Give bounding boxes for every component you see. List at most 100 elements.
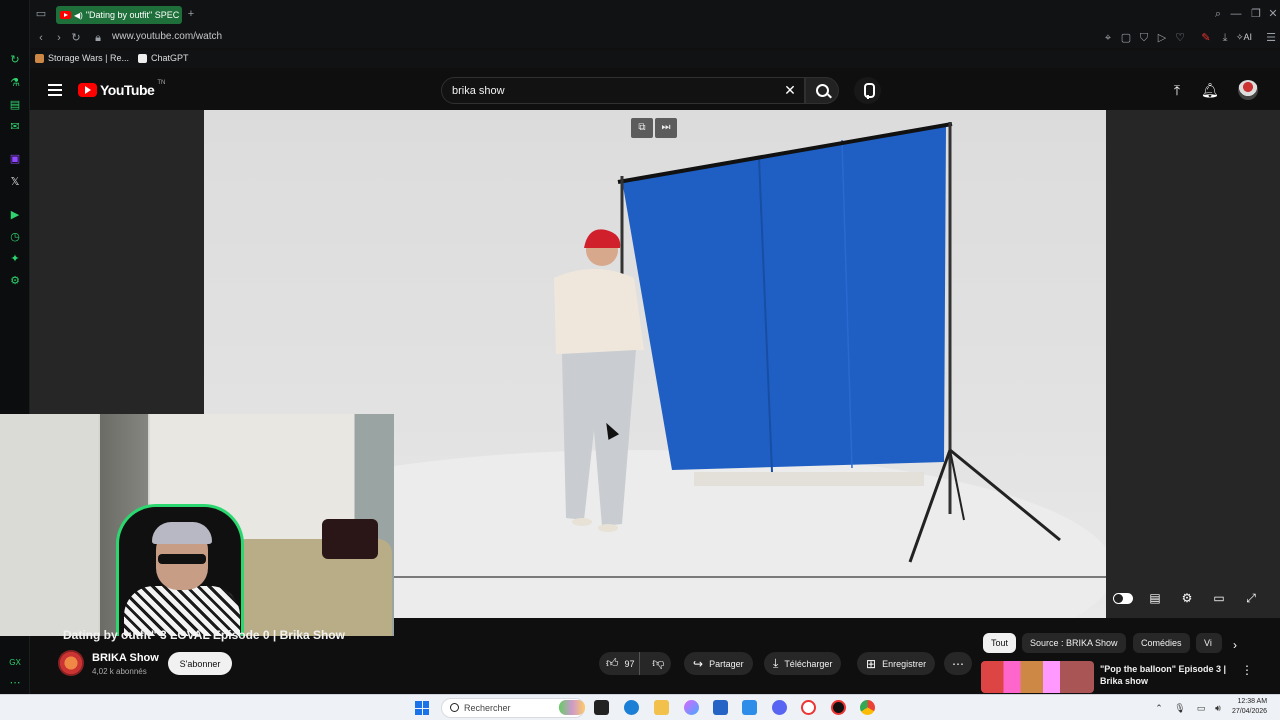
close-window-icon[interactable]: ✕ — [1266, 7, 1280, 21]
network-icon[interactable]: ▭ — [1195, 703, 1207, 714]
discord-icon[interactable] — [772, 700, 787, 715]
adblock-shield-icon[interactable]: ⛉ — [1137, 31, 1151, 45]
studio-floor-line — [394, 576, 1106, 578]
gx-control-icon[interactable]: ↻ — [8, 53, 22, 67]
more-horizontal-icon: ⋯ — [952, 656, 964, 671]
bookmark-chatgpt[interactable]: ChatGPT — [138, 53, 189, 63]
send-icon[interactable]: ▷ — [1155, 31, 1169, 45]
download-button[interactable]: ⤓ Télécharger — [764, 652, 842, 675]
autoplay-toggle[interactable] — [1113, 593, 1133, 604]
tab-islands-icon[interactable]: ▭ — [34, 7, 48, 21]
opera-gx-icon[interactable] — [831, 700, 846, 715]
history-icon[interactable]: ◷ — [8, 230, 22, 244]
share-arrow-icon: ↪ — [693, 656, 704, 671]
settings-gear-icon[interactable]: ⚙ — [8, 274, 22, 288]
share-button[interactable]: ↪ Partager — [684, 652, 753, 675]
hamburger-menu-icon[interactable] — [48, 84, 62, 96]
bookmark-save-icon: ⊞ — [866, 656, 877, 671]
heart-icon[interactable]: ♡ — [1173, 31, 1187, 45]
channel-name[interactable]: BRIKA Show — [92, 652, 159, 664]
aria-ai-button[interactable]: ✧AI — [1236, 32, 1252, 43]
mail-icon[interactable] — [742, 700, 757, 715]
bookmark-storage-wars[interactable]: Storage Wars | Re... — [35, 53, 129, 63]
notifications-bell-icon[interactable]: 🔔︎ — [1201, 82, 1219, 98]
like-button[interactable]: 👍︎ 97 — [599, 652, 640, 675]
player-settings-gear-icon[interactable]: ⚙ — [1178, 590, 1196, 606]
minimize-window-icon[interactable]: — — [1229, 7, 1243, 21]
volume-icon[interactable]: 🔊︎ — [1212, 703, 1224, 714]
pin-icon[interactable]: ⌖ — [1101, 31, 1115, 45]
microphone-tray-icon[interactable]: 🎙︎ — [1174, 703, 1186, 714]
youtube-favicon-icon — [60, 11, 71, 19]
bookmark-favicon-icon — [35, 53, 44, 63]
maximize-window-icon[interactable]: ❐ — [1249, 7, 1263, 21]
tray-chevron-icon[interactable]: ⌃ — [1153, 703, 1165, 714]
chatgpt-favicon-icon — [138, 53, 147, 63]
windows-start-icon[interactable] — [415, 701, 429, 715]
gx-logo-icon[interactable]: GX — [8, 656, 22, 670]
chip-partial[interactable]: Vi — [1196, 633, 1222, 653]
snapshot-icon[interactable]: ▢ — [1119, 31, 1133, 45]
webcam-background-bag — [322, 519, 378, 559]
extension-icon[interactable]: ✎ — [1199, 31, 1213, 45]
twitch-icon[interactable]: ▣ — [8, 152, 22, 166]
channel-avatar[interactable] — [58, 650, 84, 676]
taskbar-clock[interactable]: 12:38 AM 27/04/2026 — [1232, 697, 1267, 717]
chip-all[interactable]: Tout — [983, 633, 1017, 653]
search-button[interactable] — [805, 77, 839, 104]
fullscreen-icon[interactable]: ⤢ — [1242, 590, 1260, 606]
clear-search-icon[interactable]: ✕ — [783, 82, 797, 98]
gx-cleaner-icon[interactable]: ⚗ — [8, 76, 22, 90]
page-background — [30, 110, 204, 414]
copilot-icon[interactable] — [684, 700, 699, 715]
subscribe-button[interactable]: S'abonner — [168, 652, 232, 675]
recommended-video-title[interactable]: "Pop the balloon" Episode 3 | Brika show — [1100, 663, 1230, 687]
thumbs-down-icon: 👎︎ — [652, 656, 665, 670]
subscriber-count: 4,02 k abonnés — [92, 667, 147, 676]
recommended-more-icon[interactable]: ⋮ — [1241, 663, 1253, 677]
upload-icon[interactable]: ⤒ — [1169, 82, 1185, 98]
download-icon[interactable]: ⤓ — [1218, 31, 1232, 45]
speaker-icon[interactable]: ◀) — [74, 11, 83, 20]
messenger-icon[interactable]: ✉ — [8, 120, 22, 134]
new-tab-plus-icon[interactable]: + — [184, 7, 198, 21]
gx-corner-icon[interactable]: ▤ — [8, 98, 22, 112]
edge-icon[interactable] — [624, 700, 639, 715]
download-arrow-icon: ⤓ — [773, 656, 779, 670]
streamer — [124, 522, 240, 636]
menu-lines-icon[interactable]: ☰ — [1264, 31, 1278, 45]
x-twitter-icon[interactable]: 𝕏 — [8, 175, 22, 189]
player-icon[interactable]: ▶ — [8, 208, 22, 222]
more-dots-icon[interactable]: ⋯ — [8, 676, 22, 690]
search-input[interactable] — [452, 82, 772, 99]
youtube-logo[interactable]: YouTube TN — [78, 80, 165, 98]
forward-icon[interactable]: › — [52, 31, 66, 45]
recommended-video-thumbnail[interactable] — [981, 661, 1094, 693]
chip-comedies[interactable]: Comédies — [1133, 633, 1190, 653]
back-icon[interactable]: ‹ — [34, 31, 48, 45]
file-explorer-icon[interactable] — [654, 700, 669, 715]
url-text[interactable]: www.youtube.com/watch — [112, 31, 222, 42]
task-view-icon[interactable] — [594, 700, 609, 715]
tab-active-video[interactable]: ◀) "Dating by outfit" SPEC — [56, 6, 182, 24]
theater-mode-icon[interactable]: ▭ — [1210, 590, 1228, 606]
dislike-button[interactable]: 👎︎ — [646, 656, 671, 671]
more-actions-button[interactable]: ⋯ — [944, 652, 972, 675]
browser-tab-bar: ◎ ▭ ◀) "Dating by outfit" SPEC + ⌕ — ❐ ✕ — [0, 0, 1280, 28]
reload-icon[interactable]: ↻ — [69, 31, 83, 45]
chips-next-chevron-icon[interactable]: › — [1228, 638, 1242, 652]
subtitles-icon[interactable]: ▤ — [1146, 590, 1164, 606]
extensions-icon[interactable]: ✦ — [8, 252, 22, 266]
opera-icon[interactable] — [801, 700, 816, 715]
chip-source[interactable]: Source : BRIKA Show — [1022, 633, 1126, 653]
account-avatar[interactable] — [1238, 80, 1258, 100]
pop-out-video-icon[interactable]: ⧉ — [631, 118, 653, 138]
skip-next-icon[interactable]: ⏭ — [655, 118, 677, 138]
voice-search-mic-icon[interactable] — [854, 77, 881, 104]
widgets-icon[interactable] — [559, 700, 585, 715]
miniplayer-controls: ⧉ ⏭ — [631, 118, 677, 138]
save-button[interactable]: ⊞ Enregistrer — [857, 652, 936, 675]
store-icon[interactable] — [713, 700, 728, 715]
search-tabs-icon[interactable]: ⌕ — [1211, 7, 1225, 21]
chrome-icon[interactable] — [860, 700, 875, 715]
